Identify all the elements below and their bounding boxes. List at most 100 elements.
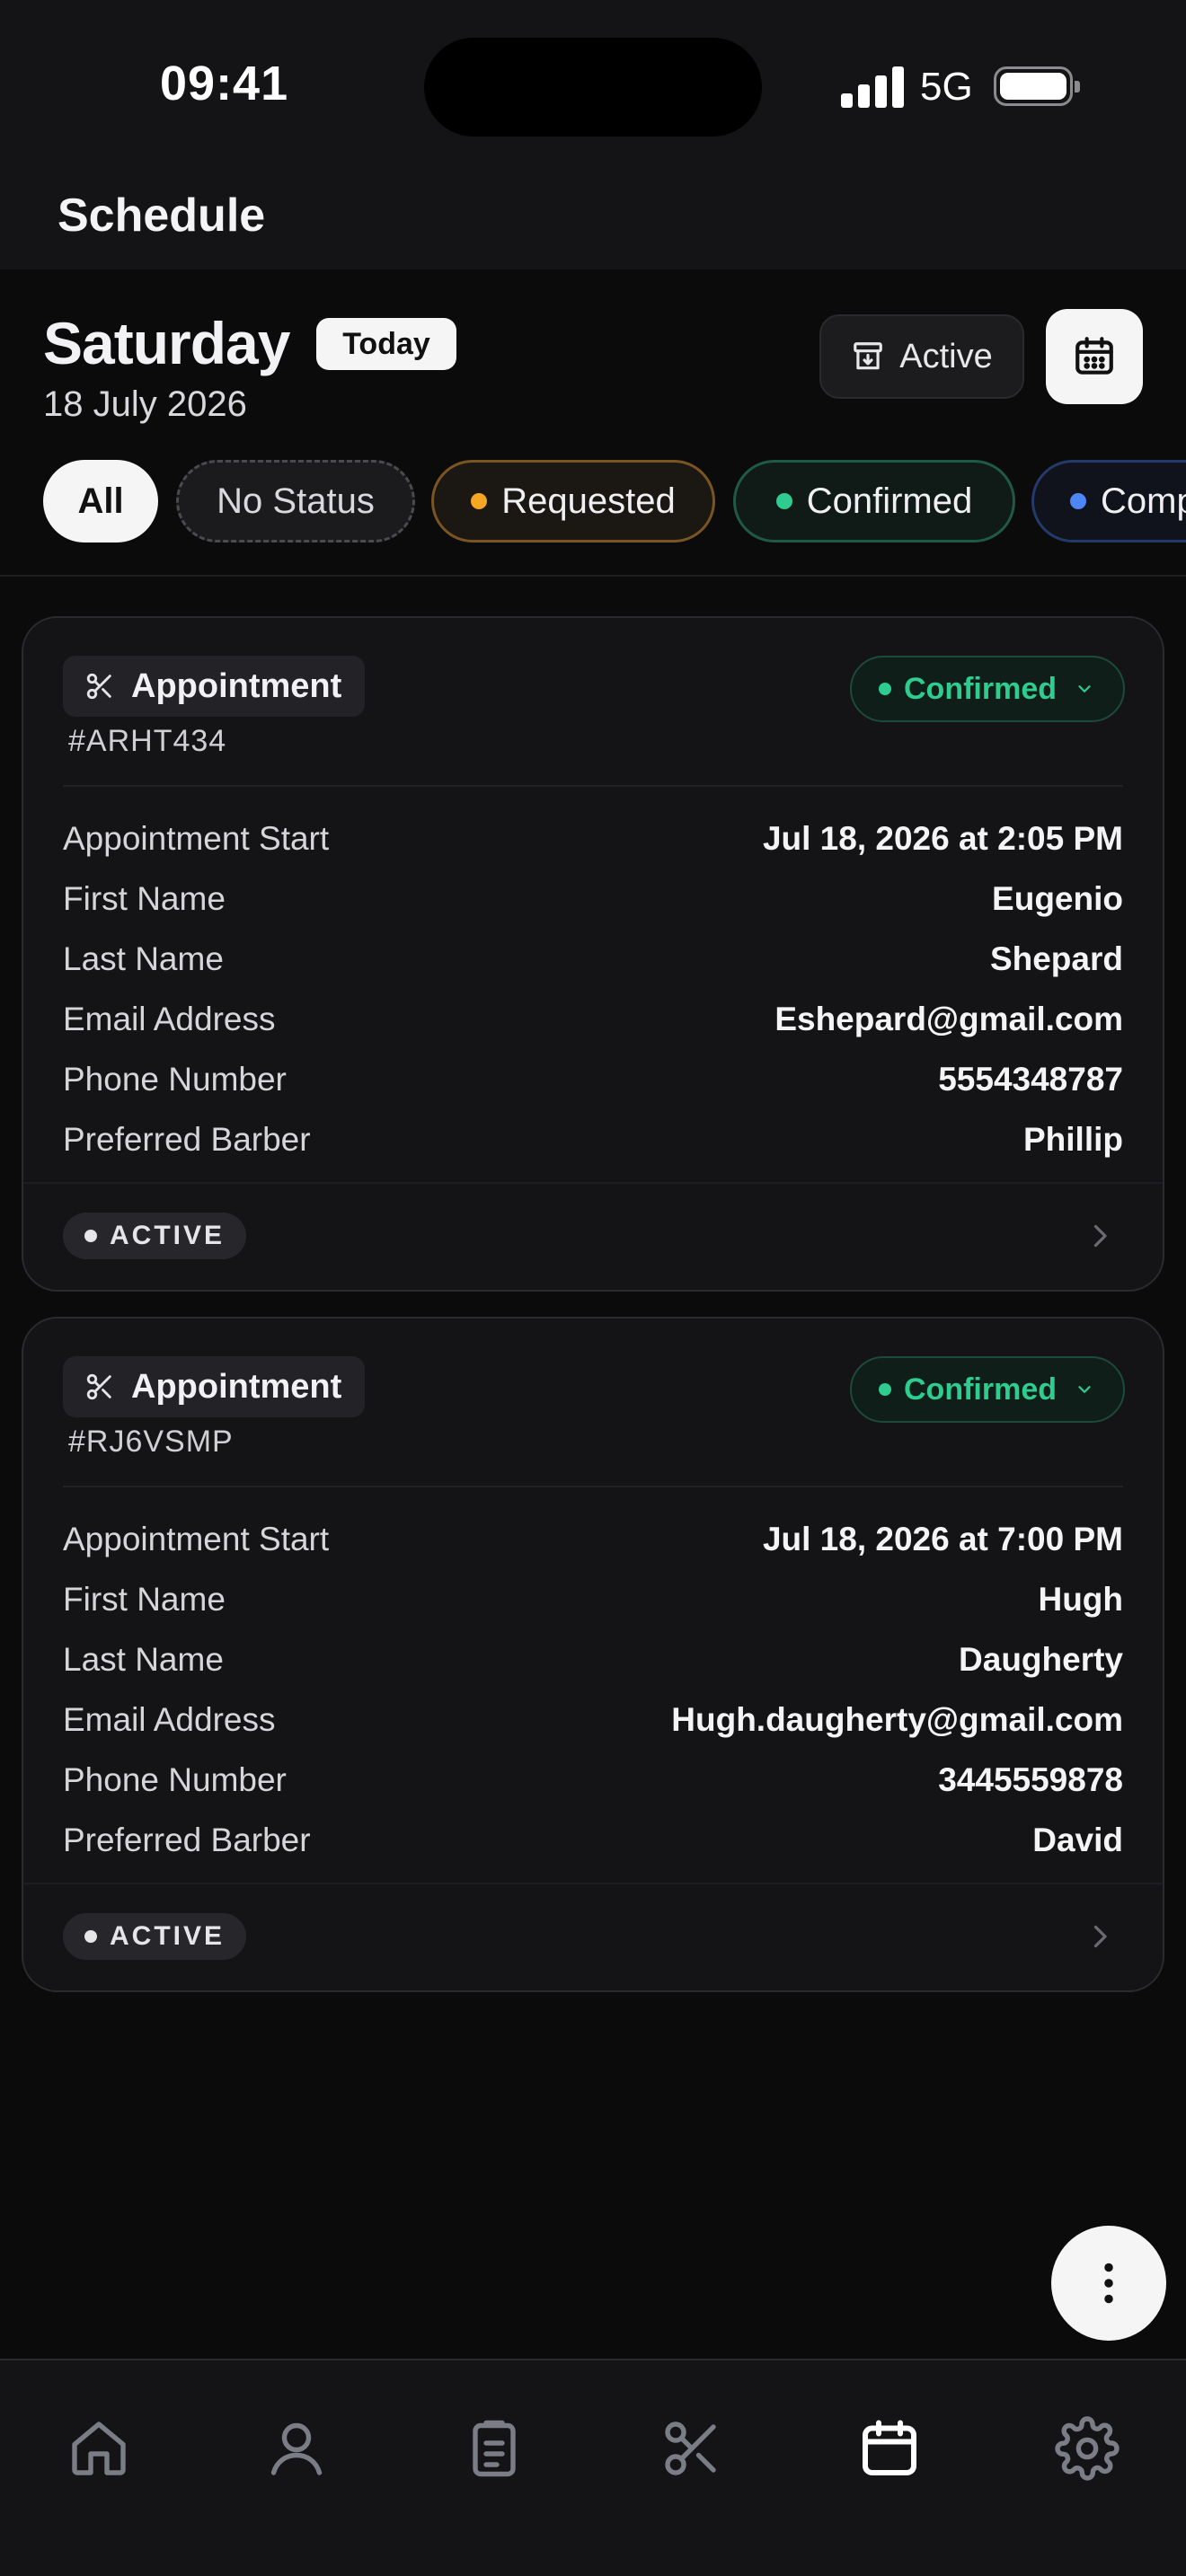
- more-vertical-icon: [1104, 2263, 1113, 2304]
- appointment-type-text: Appointment: [131, 1367, 342, 1406]
- today-badge: Today: [316, 318, 456, 370]
- user-icon: [270, 2422, 323, 2475]
- status-label: Confirmed: [904, 671, 1057, 706]
- appointment-fields: Appointment Start Jul 18, 2026 at 7:00 P…: [63, 1509, 1123, 1870]
- more-options-button[interactable]: [1051, 2226, 1166, 2341]
- filter-chip-no-status[interactable]: No Status: [176, 460, 415, 543]
- scissors-icon: [86, 1373, 111, 1400]
- scissors-icon: [86, 673, 111, 700]
- active-filter-button[interactable]: Active: [819, 314, 1024, 399]
- filter-chip-label: No Status: [217, 481, 375, 521]
- archive-icon: [854, 342, 883, 370]
- header-divider: [0, 575, 1186, 577]
- nav-schedule[interactable]: [854, 2413, 925, 2484]
- filter-chip-requested[interactable]: Requested: [431, 460, 715, 543]
- filter-chip-completed[interactable]: Comp: [1031, 460, 1186, 543]
- field-label: Appointment Start: [63, 1520, 330, 1557]
- battery-icon: [994, 66, 1080, 106]
- field-value: David: [1032, 1821, 1123, 1858]
- appointment-card[interactable]: Appointment #ARHT434 Confirmed Appointme…: [22, 616, 1164, 1292]
- nav-services[interactable]: [656, 2413, 728, 2484]
- gear-icon: [1055, 2416, 1120, 2481]
- field-appointment-start: Appointment Start Jul 18, 2026 at 2:05 P…: [63, 808, 1123, 869]
- field-phone-number: Phone Number 5554348787: [63, 1049, 1123, 1109]
- clipboard-icon: [473, 2420, 516, 2477]
- calendar-icon: [863, 2420, 916, 2475]
- appointment-id: #RJ6VSMP: [68, 1425, 234, 1459]
- field-value: Daugherty: [959, 1640, 1123, 1678]
- field-value: Hugh: [1038, 1580, 1123, 1618]
- card-footer-divider: [23, 1182, 1163, 1184]
- field-preferred-barber: Preferred Barber David: [63, 1810, 1123, 1870]
- chevron-down-icon: [1078, 685, 1091, 693]
- filter-chip-all[interactable]: All: [43, 460, 158, 543]
- active-dot-icon: [84, 1230, 97, 1242]
- field-value: 3445559878: [938, 1760, 1123, 1798]
- confirmed-dot-icon: [775, 493, 792, 509]
- field-value: Eugenio: [992, 879, 1123, 917]
- field-value: Jul 18, 2026 at 2:05 PM: [762, 819, 1123, 857]
- filter-chip-label: All: [77, 481, 124, 521]
- filter-chip-label: Requested: [501, 481, 676, 521]
- appointment-type-label: Appointment: [63, 1356, 366, 1417]
- bottom-nav: [0, 2359, 1186, 2576]
- field-label: Appointment Start: [63, 819, 330, 857]
- field-label: Preferred Barber: [63, 1120, 311, 1158]
- filter-chip-label: Comp: [1101, 481, 1186, 521]
- field-label: Email Address: [63, 1000, 276, 1037]
- status-dropdown[interactable]: Confirmed: [850, 1356, 1125, 1423]
- field-phone-number: Phone Number 3445559878: [63, 1750, 1123, 1810]
- calendar-button[interactable]: [1046, 309, 1143, 404]
- appointment-type-label: Appointment: [63, 656, 366, 717]
- card-divider: [63, 1486, 1123, 1487]
- active-state-label: ACTIVE: [110, 1921, 226, 1951]
- field-value: Phillip: [1023, 1120, 1123, 1158]
- nav-clients[interactable]: [261, 2413, 332, 2484]
- completed-dot-icon: [1070, 493, 1086, 509]
- field-value: Hugh.daugherty@gmail.com: [671, 1700, 1123, 1738]
- home-icon: [72, 2422, 126, 2475]
- status-bar: 09:41 5G: [0, 0, 1186, 172]
- field-value: Shepard: [989, 940, 1123, 977]
- status-label: Confirmed: [904, 1372, 1057, 1407]
- field-label: Last Name: [63, 940, 224, 977]
- field-label: Email Address: [63, 1700, 276, 1738]
- field-label: Phone Number: [63, 1760, 287, 1798]
- nav-records[interactable]: [458, 2413, 530, 2484]
- filter-chip-confirmed[interactable]: Confirmed: [733, 460, 1015, 543]
- active-filter-label: Active: [899, 337, 993, 375]
- appointment-card[interactable]: Appointment #RJ6VSMP Confirmed Appointme…: [22, 1317, 1164, 1992]
- status-filter-bar: All No Status Requested Confirmed Comp: [0, 456, 1186, 546]
- nav-settings[interactable]: [1051, 2413, 1123, 2484]
- calendar-icon: [1075, 337, 1113, 375]
- field-value: Jul 18, 2026 at 7:00 PM: [762, 1520, 1123, 1557]
- card-footer-divider: [23, 1883, 1163, 1884]
- chevron-down-icon: [1078, 1386, 1091, 1393]
- active-state-badge: ACTIVE: [63, 1913, 247, 1960]
- page-title: Schedule: [58, 190, 266, 242]
- field-value: 5554348787: [938, 1060, 1123, 1098]
- field-appointment-start: Appointment Start Jul 18, 2026 at 7:00 P…: [63, 1509, 1123, 1569]
- active-dot-icon: [84, 1930, 97, 1943]
- appointment-fields: Appointment Start Jul 18, 2026 at 2:05 P…: [63, 808, 1123, 1169]
- day-date: 18 July 2026: [43, 384, 247, 424]
- field-first-name: First Name Eugenio: [63, 869, 1123, 929]
- card-divider: [63, 785, 1123, 787]
- scissors-icon: [665, 2422, 716, 2475]
- requested-dot-icon: [471, 493, 488, 509]
- chevron-right-icon[interactable]: [1084, 1220, 1116, 1252]
- signal-icon: [841, 66, 904, 108]
- status-dropdown[interactable]: Confirmed: [850, 656, 1125, 722]
- nav-home[interactable]: [63, 2413, 135, 2484]
- network-label: 5G: [920, 65, 973, 109]
- field-label: First Name: [63, 1580, 226, 1618]
- field-email-address: Email Address Eshepard@gmail.com: [63, 989, 1123, 1049]
- field-value: Eshepard@gmail.com: [774, 1000, 1123, 1037]
- dynamic-island: [424, 38, 762, 137]
- appointment-type-text: Appointment: [131, 666, 342, 705]
- chevron-right-icon[interactable]: [1084, 1920, 1116, 1953]
- status-time: 09:41: [160, 57, 289, 110]
- field-email-address: Email Address Hugh.daugherty@gmail.com: [63, 1689, 1123, 1750]
- day-title: Saturday: [43, 310, 290, 376]
- status-dot-icon: [879, 683, 891, 695]
